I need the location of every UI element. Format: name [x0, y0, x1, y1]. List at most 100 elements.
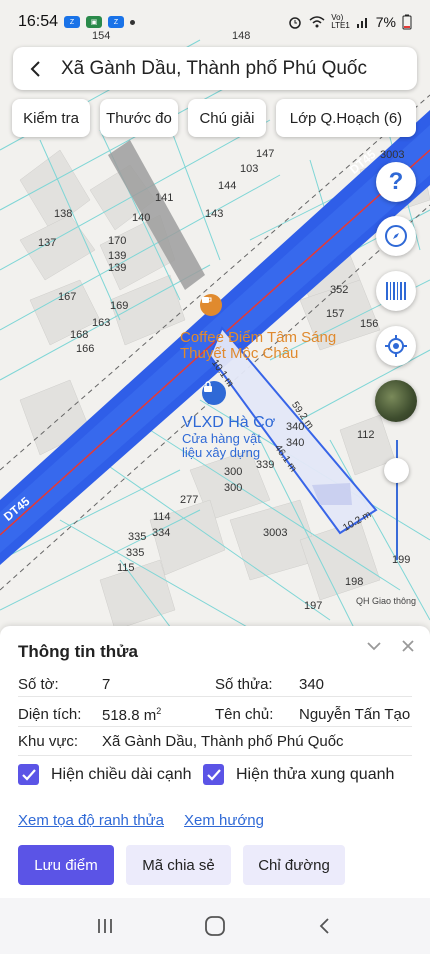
map-parcel-label: 163: [92, 317, 111, 329]
parcel-number-label: 339: [256, 459, 275, 471]
check-button[interactable]: Kiểm tra: [12, 99, 90, 137]
map-parcel-label: 141: [155, 192, 174, 204]
map-parcel-label: 197: [304, 600, 323, 612]
share-code-button[interactable]: Mã chia sẻ: [126, 845, 231, 885]
map-view[interactable]: 154 148 3003 147 103 144 138 140 141 143…: [0, 0, 430, 640]
dien-tich-label: Diện tích:: [18, 706, 82, 723]
surrounding-parcels-label: Hiện thửa xung quanh: [236, 765, 395, 783]
status-time: 16:54: [18, 13, 59, 30]
map-parcel-label: 147: [256, 148, 275, 160]
alarm-icon: [289, 17, 301, 29]
divider: [18, 755, 412, 756]
map-parcel-label: 335: [128, 531, 147, 543]
khu-vuc-label: Khu vực:: [18, 733, 79, 750]
view-direction-link[interactable]: Xem hướng: [184, 812, 264, 829]
map-parcel-label: 167: [58, 291, 77, 303]
my-location-button[interactable]: [376, 326, 416, 366]
save-point-button[interactable]: Lưu điểm: [18, 845, 114, 885]
so-thua-value: 340: [299, 676, 325, 693]
location-title[interactable]: Xã Gành Dầu, Thành phố Phú Quốc: [61, 58, 367, 80]
divider: [18, 696, 412, 697]
help-button[interactable]: ?: [376, 162, 416, 202]
map-parcel-label: 112: [357, 429, 375, 441]
map-parcel-label: 198: [345, 576, 364, 588]
map-parcel-label: 300: [224, 466, 243, 478]
wifi-icon: [309, 16, 325, 28]
my-location-icon: [385, 335, 407, 357]
poi-store-name[interactable]: VLXD Hà Cơ: [182, 414, 275, 431]
map-parcel-label: 277: [180, 494, 199, 506]
map-parcel-label: 139: [108, 262, 127, 274]
close-icon[interactable]: [400, 638, 416, 654]
edge-length-toggle[interactable]: Hiện chiều dài cạnh: [18, 764, 192, 785]
battery-icon: [402, 14, 412, 30]
directions-button[interactable]: Chỉ đường: [243, 845, 345, 885]
map-parcel-label: 334: [152, 527, 171, 539]
map-parcel-label: 144: [218, 180, 237, 192]
ten-chu-label: Tên chủ:: [215, 706, 274, 723]
network-type: Vo) LTE1: [331, 13, 350, 30]
so-thua-label: Số thửa:: [215, 676, 273, 693]
map-toolbar: Kiểm tra Thước đo Chú giải Lớp Q.Hoạch (…: [12, 99, 416, 137]
barcode-button[interactable]: [376, 271, 416, 311]
back-nav-icon[interactable]: [315, 916, 335, 936]
status-bar: 16:54 Z ▣ Z Vo) LTE1 7%: [0, 0, 430, 44]
map-parcel-label: 300: [224, 482, 243, 494]
chevron-down-icon[interactable]: [366, 638, 382, 654]
map-parcel-label: 335: [126, 547, 145, 559]
barcode-icon: [386, 282, 406, 300]
map-parcel-label: 138: [54, 208, 73, 220]
opacity-slider-knob[interactable]: [384, 458, 409, 483]
dien-tich-value: 518.8 m2: [102, 706, 162, 724]
compass-button[interactable]: [376, 216, 416, 256]
map-parcel-label: 140: [132, 212, 151, 224]
signal-icon: [356, 18, 367, 28]
legend-button[interactable]: Chú giải: [188, 99, 266, 137]
gallery-notification-icon: ▣: [86, 16, 103, 28]
map-parcel-label: 143: [205, 208, 224, 220]
so-to-value: 7: [102, 676, 111, 693]
map-parcel-label: 170: [108, 235, 127, 247]
satellite-layer-button[interactable]: [375, 380, 417, 422]
map-parcel-label: 103: [240, 163, 259, 175]
compass-icon: [385, 225, 407, 247]
parcel-info-panel: Thông tin thửa Số tờ: 7 Số thửa: 340 Diệ…: [0, 626, 430, 898]
divider: [18, 726, 412, 727]
map-parcel-label: 3003: [380, 149, 405, 161]
so-to-label: Số tờ:: [18, 676, 59, 693]
planning-layer-button[interactable]: Lớp Q.Hoạch (6): [276, 99, 416, 137]
qh-layer-label: QH Giao thông: [356, 596, 417, 606]
edge-length-label: Hiện chiều dài cạnh: [51, 765, 192, 783]
more-notifications-icon: [130, 19, 136, 25]
panel-title: Thông tin thửa: [18, 642, 138, 661]
zalo-notification-icon: Z: [64, 16, 81, 28]
parcel-number-label: 340: [286, 421, 305, 433]
khu-vuc-value: Xã Gành Dầu, Thành phố Phú Quốc: [102, 733, 344, 750]
map-parcel-label: 156: [360, 318, 379, 330]
surrounding-parcels-toggle[interactable]: Hiện thửa xung quanh: [203, 764, 394, 785]
map-parcel-label: 157: [326, 308, 345, 320]
zalo-notification-icon: Z: [108, 16, 125, 28]
poi-cafe-name[interactable]: Coffee Điểm Tâm Sáng: [180, 329, 336, 346]
poi-cafe-name-2: Thuyết Mộc Châu: [180, 345, 299, 362]
home-icon[interactable]: [204, 915, 226, 937]
parcel-number-label: 340: [286, 437, 305, 449]
checkbox-checked-icon[interactable]: [203, 764, 224, 785]
map-parcel-label: 169: [110, 300, 129, 312]
map-parcel-label: 139: [108, 250, 127, 262]
map-parcel-label: 352: [330, 284, 349, 296]
ten-chu-value: Nguyễn Tấn Tạo: [299, 706, 411, 723]
system-nav-bar: [0, 898, 430, 954]
cafe-pin-icon[interactable]: [200, 294, 222, 316]
map-parcel-label: 199: [392, 554, 411, 566]
search-bar[interactable]: Xã Gành Dầu, Thành phố Phú Quốc: [13, 47, 417, 90]
map-parcel-label: 115: [117, 562, 135, 574]
map-parcel-label: 166: [76, 343, 95, 355]
checkbox-checked-icon[interactable]: [18, 764, 39, 785]
back-arrow-icon[interactable]: [27, 60, 45, 78]
view-coordinates-link[interactable]: Xem tọa độ ranh thửa: [18, 812, 164, 829]
measure-button[interactable]: Thước đo: [100, 99, 178, 137]
recent-apps-icon[interactable]: [95, 916, 115, 936]
poi-store-sub1: Cửa hàng vật: [182, 431, 261, 446]
map-parcel-label: 137: [38, 237, 57, 249]
